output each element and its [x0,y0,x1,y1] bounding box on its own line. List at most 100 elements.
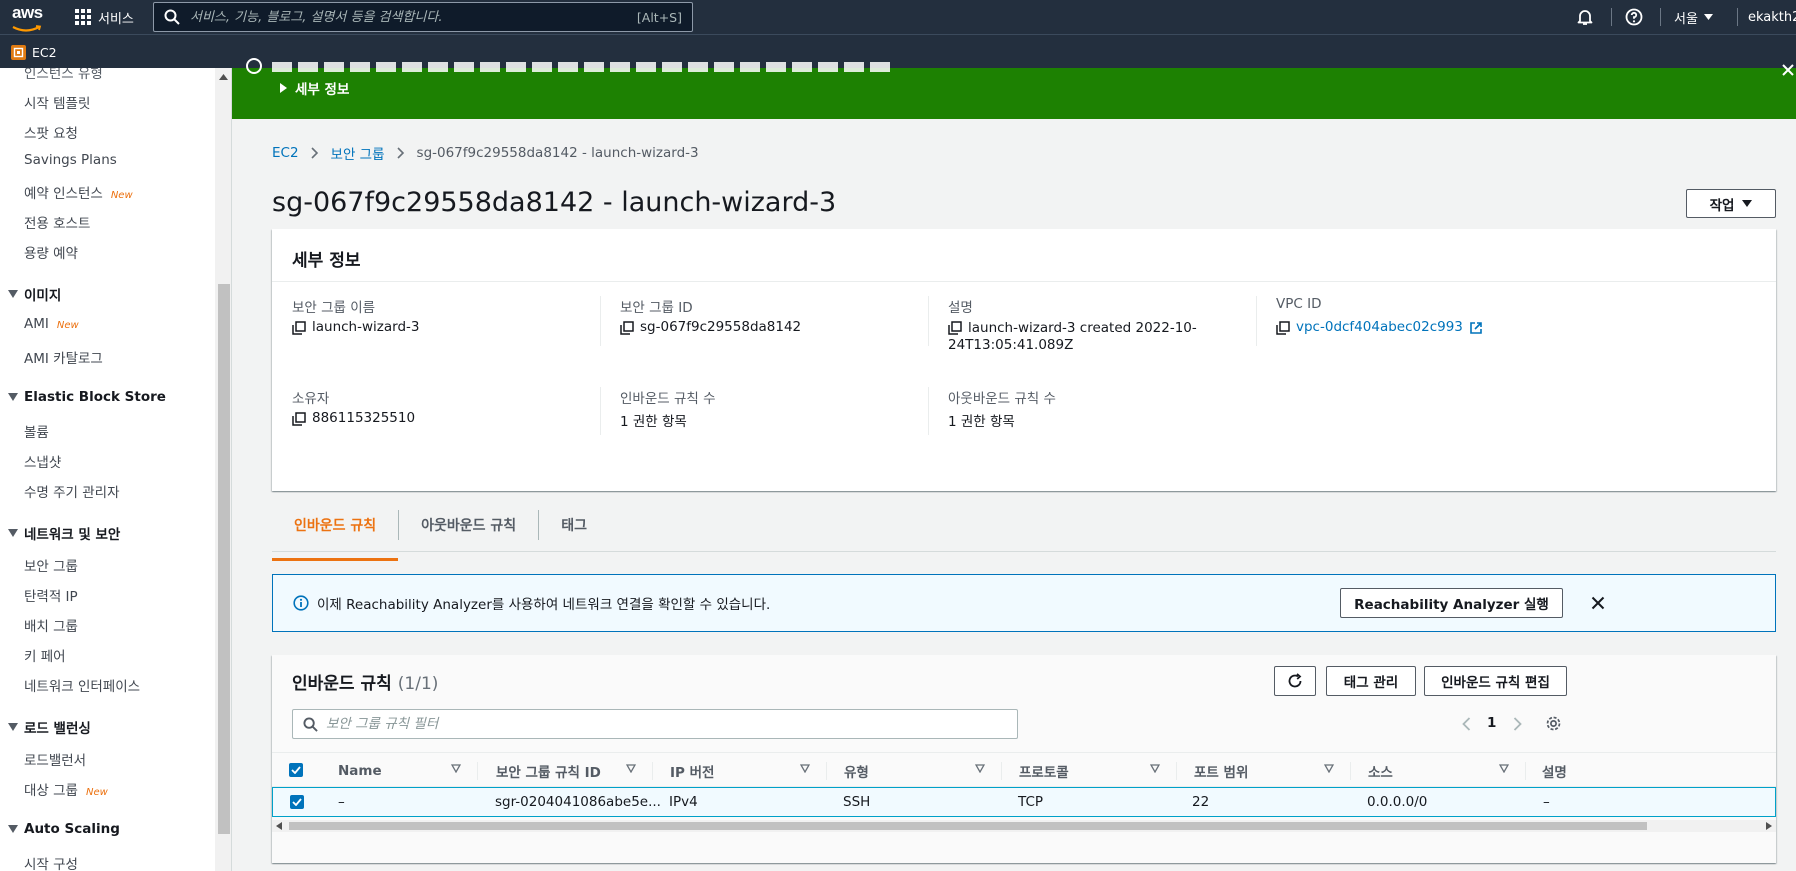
column-header-name[interactable]: Name [338,753,382,788]
column-header-source[interactable]: 소스 [1368,753,1393,788]
global-search[interactable]: [Alt+S] [153,2,693,32]
sidebar-item-snapshots[interactable]: 스냅샷 [24,451,61,471]
help-button[interactable] [1624,7,1644,27]
settings-gear-icon[interactable] [1545,715,1562,732]
search-input[interactable] [190,9,627,25]
external-link-icon[interactable] [1469,321,1483,335]
sidebar-section-network[interactable]: 네트워크 및 보안 [8,523,120,543]
banner-details-toggle[interactable]: 세부 정보 [280,78,349,98]
sort-icon[interactable] [451,764,461,773]
actions-dropdown-button[interactable]: 작업 [1686,189,1776,218]
copy-icon[interactable] [292,412,306,426]
outbound-count-value: 1 권한 항목 [948,414,1015,430]
copy-icon[interactable] [620,321,634,335]
page-number[interactable]: 1 [1487,715,1496,731]
column-divider [477,762,478,780]
breadcrumb-ec2[interactable]: EC2 [272,145,299,161]
copy-icon[interactable] [292,321,306,335]
sidebar-section-load-balancing[interactable]: 로드 밸런싱 [8,717,91,737]
description-value: launch-wizard-3 created 2022-10- [948,319,1208,337]
sidebar-item-target-groups[interactable]: 대상 그룹 New [24,779,108,799]
column-header-ip-version[interactable]: IP 버전 [670,753,714,788]
divider [272,281,1776,282]
actions-label: 작업 [1709,197,1735,214]
sidebar-item-elastic-ips[interactable]: 탄력적 IP [24,585,78,605]
sidebar-item-ami[interactable]: AMI New [24,316,79,332]
aws-logo[interactable]: aws [12,4,44,32]
refresh-button[interactable] [1274,666,1316,696]
sort-icon[interactable] [1324,764,1334,773]
table-row[interactable]: – sgr-0204041086abe5e... IPv4 SSH TCP 22… [272,787,1776,817]
chevron-right-icon [396,147,404,159]
column-divider [600,387,601,435]
sort-icon[interactable] [626,764,636,773]
tab-inbound-rules[interactable]: 인바운드 규칙 [272,507,399,561]
sort-icon[interactable] [975,764,985,773]
scroll-up-icon[interactable] [219,74,228,80]
sidebar-section-auto-scaling[interactable]: Auto Scaling [8,821,120,837]
sidebar-item-security-groups[interactable]: 보안 그룹 [24,555,78,575]
sidebar-item-volumes[interactable]: 볼륨 [24,421,49,441]
row-checkbox[interactable] [290,795,304,809]
services-menu-button[interactable]: 서비스 [75,0,134,34]
sidebar-section-ebs[interactable]: Elastic Block Store [8,389,166,405]
breadcrumb: EC2 보안 그룹 sg-067f9c29558da8142 - launch-… [272,143,699,163]
select-all-checkbox[interactable] [289,763,303,777]
sort-icon[interactable] [1499,764,1509,773]
tab-outbound-rules[interactable]: 아웃바운드 규칙 [399,507,538,543]
tab-tags[interactable]: 태그 [539,507,609,543]
sidebar-item-savings-plans[interactable]: Savings Plans [24,152,117,168]
sidebar-item-instance-types[interactable]: 인스턴스 유형 [24,68,103,82]
outbound-count-label: 아웃바운드 규칙 수 [948,391,1056,407]
notifications-button[interactable] [1575,7,1595,27]
sidebar-item-load-balancers[interactable]: 로드밸런서 [24,749,86,769]
reachability-analyzer-button[interactable]: Reachability Analyzer 실행 [1340,588,1563,618]
sidebar-item-launch-configurations[interactable]: 시작 구성 [24,853,78,871]
sidebar-section-images[interactable]: 이미지 [8,284,61,304]
column-divider [826,762,827,780]
column-header-rule-id[interactable]: 보안 그룹 규칙 ID [496,753,601,788]
sort-icon[interactable] [800,764,810,773]
favorite-ec2[interactable]: EC2 [11,45,57,60]
sidebar-item-ami-catalog[interactable]: AMI 카탈로그 [24,347,103,367]
sidebar-item-capacity-reservations[interactable]: 용량 예약 [24,242,78,262]
vpc-id-link[interactable]: vpc-0dcf404abec02c993 [1296,319,1463,335]
owner-text: 886115325510 [312,410,416,426]
account-menu[interactable]: ekakth2 [1748,0,1796,34]
sidebar-item-network-interfaces[interactable]: 네트워크 인터페이스 [24,675,140,695]
table-scrollbar-thumb[interactable] [289,822,1647,830]
sidebar-item-reserved-instances[interactable]: 예약 인스턴스 New [24,182,133,202]
column-divider [1525,762,1526,780]
column-header-type[interactable]: 유형 [844,753,869,788]
rules-filter[interactable] [292,709,1018,739]
region-selector[interactable]: 서울 [1674,0,1713,34]
main-content: EC2 보안 그룹 sg-067f9c29558da8142 - launch-… [232,119,1796,871]
scroll-right-icon[interactable] [1766,822,1772,830]
sidebar-item-placement-groups[interactable]: 배치 그룹 [24,615,78,635]
breadcrumb-security-groups[interactable]: 보안 그룹 [331,143,385,163]
rules-filter-input[interactable] [326,716,1017,732]
manage-tags-button[interactable]: 태그 관리 [1326,666,1416,696]
copy-icon[interactable] [948,321,962,335]
next-page-icon[interactable] [1513,717,1522,731]
close-icon[interactable] [1782,64,1794,76]
info-message: 이제 Reachability Analyzer를 사용하여 네트워크 연결을 … [317,597,771,613]
tab-list: 인바운드 규칙 아웃바운드 규칙 태그 [272,507,609,561]
sidebar-item-dedicated-hosts[interactable]: 전용 호스트 [24,212,90,232]
sidebar-scrollbar-thumb[interactable] [218,284,230,834]
column-header-port-range[interactable]: 포트 범위 [1194,753,1248,788]
previous-page-icon[interactable] [1462,717,1471,731]
cell-ip-version: IPv4 [669,794,698,810]
copy-icon[interactable] [1276,321,1290,335]
column-header-protocol[interactable]: 프로토콜 [1019,753,1069,788]
scroll-left-icon[interactable] [276,822,282,830]
edit-inbound-rules-button[interactable]: 인바운드 규칙 편집 [1424,666,1567,696]
table-horizontal-scrollbar[interactable] [272,820,1776,832]
close-icon[interactable] [1591,596,1605,610]
column-header-description[interactable]: 설명 [1542,753,1567,788]
sidebar-item-spot-requests[interactable]: 스팟 요청 [24,122,78,142]
sidebar-item-key-pairs[interactable]: 키 페어 [24,645,66,665]
sort-icon[interactable] [1150,764,1160,773]
sidebar-item-lifecycle-manager[interactable]: 수명 주기 관리자 [24,481,120,501]
sidebar-item-launch-templates[interactable]: 시작 템플릿 [24,92,90,112]
